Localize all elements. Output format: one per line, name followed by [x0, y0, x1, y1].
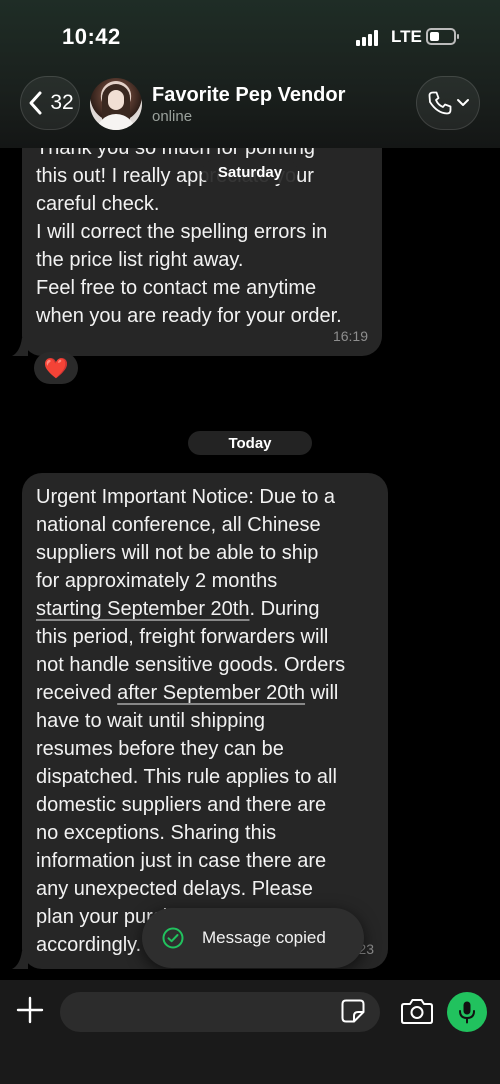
message-text-segment: dispatched. This rule applies to all: [36, 766, 337, 788]
check-circle-icon: [162, 927, 184, 949]
message-line: resumes before they can be: [36, 735, 374, 763]
message-line: for approximately 2 months: [36, 567, 374, 595]
message-text-segment: will: [305, 682, 339, 704]
camera-icon[interactable]: [400, 996, 434, 1026]
heart-icon: ❤️: [43, 357, 69, 380]
signal-icon: [356, 30, 382, 46]
message-text-segment: no exceptions. Sharing this: [36, 822, 277, 844]
avatar[interactable]: [90, 78, 142, 130]
microphone-icon: [459, 1001, 475, 1024]
message-input-bar: [0, 980, 500, 1084]
contact-status: online: [152, 108, 193, 125]
phone-icon: [428, 91, 452, 115]
status-bar: 10:42 LTE: [0, 0, 500, 70]
network-label: LTE: [391, 27, 422, 46]
message-line: information just in case there are: [36, 847, 374, 875]
status-time: 10:42: [62, 24, 121, 49]
toast-text: Message copied: [202, 928, 326, 947]
message-copied-toast: Message copied: [142, 908, 364, 968]
message-text-segment: Urgent Important Notice: Due to a: [36, 486, 336, 508]
message-text-segment: received: [36, 682, 118, 704]
message-text-segment: accordingly.: [36, 934, 142, 956]
message-line: this period, freight forwarders will: [36, 623, 374, 651]
unread-count: 32: [50, 91, 74, 114]
chevron-down-icon: [457, 99, 469, 106]
message-text-segment: domestic suppliers and there are: [36, 794, 327, 816]
message-input[interactable]: [60, 992, 380, 1032]
bubble-tail: [12, 338, 28, 356]
chevron-left-icon: [29, 91, 42, 115]
message-line: starting September 20th. During: [36, 595, 374, 623]
microphone-button[interactable]: [447, 992, 487, 1032]
date-separator-today: Today: [188, 431, 312, 455]
message-line: received after September 20th will: [36, 679, 374, 707]
message-text-segment: . During: [249, 598, 320, 620]
underlined-date-text: starting September 20th: [36, 598, 250, 620]
message-text-segment: any unexpected delays. Please: [36, 878, 313, 900]
message-text: Urgent Important Notice: Due to a nationa…: [36, 483, 374, 959]
chat-header: 10:42 LTE 32 Favorite Pep Vendor online: [0, 0, 500, 148]
message-line: any unexpected delays. Please: [36, 875, 374, 903]
message-line: suppliers will not be able to ship: [36, 539, 374, 567]
call-button[interactable]: [416, 76, 480, 130]
battery-icon: [426, 28, 459, 45]
bubble-tail: [12, 951, 28, 969]
message-line: I will correct the spelling errors in: [36, 221, 328, 243]
date-separator-saturday: Saturday: [202, 160, 298, 184]
message-line: Urgent Important Notice: Due to a: [36, 483, 374, 511]
message-line: careful check.: [36, 193, 160, 215]
message-line: Feel free to contact me anytime: [36, 277, 317, 299]
contact-name[interactable]: Favorite Pep Vendor: [152, 84, 345, 107]
message-line: national conference, all Chinese: [36, 511, 374, 539]
sticker-icon[interactable]: [340, 998, 366, 1024]
message-text-segment: have to wait until shipping: [36, 710, 266, 732]
message-text-segment: national conference, all Chinese: [36, 514, 321, 536]
message-text-segment: for approximately 2 months: [36, 570, 278, 592]
underlined-date-text: after September 20th: [117, 682, 306, 704]
message-bubble-received[interactable]: Urgent Important Notice: Due to a nationa…: [22, 473, 388, 969]
heart-reaction[interactable]: ❤️: [34, 352, 78, 384]
message-text-segment: suppliers will not be able to ship: [36, 542, 319, 564]
message-timestamp: 16:19: [332, 328, 368, 344]
message-line: not handle sensitive goods. Orders: [36, 651, 374, 679]
message-line: the price list right away.: [36, 249, 244, 271]
message-line: when you are ready for your order.: [36, 305, 342, 327]
message-text-segment: this period, freight forwarders will: [36, 626, 329, 648]
plus-icon[interactable]: [14, 994, 46, 1026]
message-line: dispatched. This rule applies to all: [36, 763, 374, 791]
message-line: domestic suppliers and there are: [36, 791, 374, 819]
back-button[interactable]: 32: [20, 76, 80, 130]
message-text-segment: resumes before they can be: [36, 738, 284, 760]
message-bubble-received[interactable]: Thank you so much for pointing this out!…: [22, 128, 382, 356]
message-line: have to wait until shipping: [36, 707, 374, 735]
message-text-segment: not handle sensitive goods. Orders: [36, 654, 346, 676]
message-line: no exceptions. Sharing this: [36, 819, 374, 847]
message-text-segment: information just in case there are: [36, 850, 327, 872]
